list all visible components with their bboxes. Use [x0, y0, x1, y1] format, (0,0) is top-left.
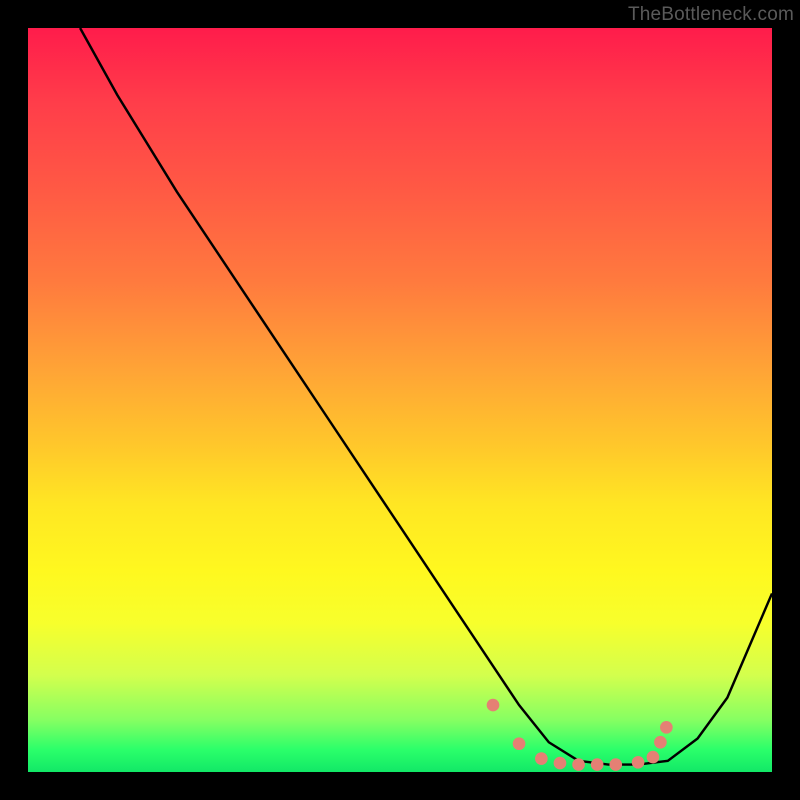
marker-dot [660, 721, 673, 734]
chart-svg [28, 28, 772, 772]
marker-dot [654, 736, 667, 749]
watermark-text: TheBottleneck.com [628, 4, 794, 26]
marker-dot [513, 737, 526, 750]
marker-dot [572, 758, 585, 771]
chart-plot-area [28, 28, 772, 772]
marker-dot [554, 757, 567, 770]
marker-dot [647, 751, 660, 764]
curve-line [80, 28, 772, 765]
marker-dot [609, 758, 622, 771]
marker-dot [535, 752, 548, 765]
marker-group [487, 699, 673, 771]
marker-dot [632, 756, 645, 769]
marker-dot [591, 758, 604, 771]
marker-dot [487, 699, 500, 712]
